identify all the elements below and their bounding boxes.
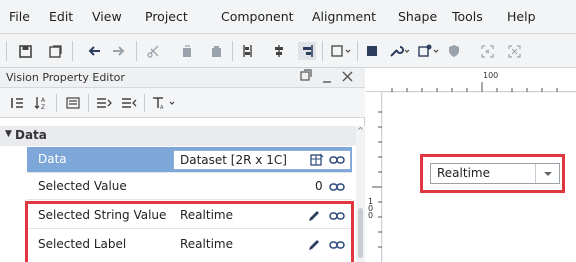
panel-toolbar: AZ A bbox=[0, 88, 365, 118]
dropdown-selected-value: Realtime bbox=[437, 166, 490, 180]
align-right-icon[interactable] bbox=[298, 42, 316, 60]
scroll-up-arrow-icon[interactable]: ^ bbox=[356, 126, 365, 136]
dataset-viewer-icon[interactable] bbox=[310, 153, 324, 167]
binding-link-icon[interactable] bbox=[329, 181, 345, 193]
scrollbar-thumb[interactable] bbox=[358, 208, 363, 258]
property-row-data[interactable]: Data Dataset [2R x 1C] bbox=[27, 147, 352, 173]
menu-file[interactable]: File bbox=[9, 9, 30, 24]
rectangle-icon[interactable] bbox=[330, 42, 352, 60]
svg-text:A: A bbox=[41, 97, 46, 104]
save-all-icon[interactable] bbox=[47, 42, 63, 60]
property-value: Dataset [2R x 1C] bbox=[180, 153, 287, 167]
panel-toolbar-separator bbox=[88, 94, 89, 112]
property-name: Selected Value bbox=[38, 179, 127, 193]
menu-edit[interactable]: Edit bbox=[49, 9, 73, 24]
save-icon[interactable] bbox=[17, 42, 33, 60]
align-left-icon[interactable] bbox=[240, 42, 258, 60]
grid-icon[interactable] bbox=[479, 42, 495, 60]
chevron-down-icon bbox=[543, 171, 552, 176]
minimize-panel-icon[interactable] bbox=[322, 72, 332, 87]
dropdown-field[interactable]: Realtime bbox=[430, 163, 560, 184]
toolbar-separator bbox=[72, 41, 73, 61]
highlight-box bbox=[25, 201, 354, 262]
fill-icon[interactable] bbox=[364, 42, 380, 60]
menu-alignment[interactable]: Alignment bbox=[312, 9, 376, 24]
toolbar-separator bbox=[322, 41, 323, 61]
sort-alphabetical-icon[interactable]: AZ bbox=[34, 95, 48, 111]
property-row-selected-value[interactable]: Selected Value 0 bbox=[27, 174, 352, 200]
toolbar-separator bbox=[232, 41, 233, 61]
wrench-icon[interactable] bbox=[388, 42, 412, 60]
close-panel-icon[interactable] bbox=[342, 71, 353, 85]
collapse-arrow-icon[interactable]: ▼ bbox=[5, 129, 12, 139]
svg-text:A: A bbox=[160, 105, 164, 110]
property-name: Data bbox=[38, 152, 67, 166]
section-label: Data bbox=[15, 128, 47, 142]
section-header-data[interactable]: ▼ Data bbox=[0, 126, 356, 146]
menu-view[interactable]: View bbox=[92, 9, 122, 24]
toolbar-grip bbox=[6, 41, 7, 61]
menu-component[interactable]: Component bbox=[221, 9, 294, 24]
dropdown-component[interactable]: Realtime bbox=[425, 158, 565, 188]
filter-icon[interactable]: A bbox=[152, 95, 178, 111]
menu-tools[interactable]: Tools bbox=[452, 9, 483, 24]
sort-categorized-icon[interactable] bbox=[10, 95, 24, 111]
dropdown-button[interactable] bbox=[535, 164, 559, 183]
back-icon[interactable] bbox=[85, 42, 103, 60]
align-center-icon[interactable] bbox=[270, 42, 288, 60]
property-list-icon[interactable] bbox=[66, 95, 80, 111]
menu-bar: File Edit View Project Component Alignme… bbox=[0, 0, 576, 34]
shield-icon[interactable] bbox=[446, 42, 462, 60]
toolbar-separator bbox=[136, 41, 137, 61]
ruler-label: 100 bbox=[483, 71, 499, 80]
svg-text:Z: Z bbox=[41, 104, 45, 110]
vertical-ruler: 100 bbox=[366, 92, 382, 262]
toolbar bbox=[0, 34, 576, 68]
panel-toolbar-separator bbox=[56, 94, 57, 112]
menu-help[interactable]: Help bbox=[507, 9, 536, 24]
cut-icon[interactable] bbox=[145, 42, 161, 60]
menu-project[interactable]: Project bbox=[145, 9, 188, 24]
paste-icon[interactable] bbox=[208, 42, 224, 60]
property-value[interactable]: 0 bbox=[315, 179, 323, 193]
copy-icon[interactable] bbox=[178, 42, 194, 60]
dashed-grid-icon[interactable] bbox=[506, 42, 522, 60]
float-panel-icon[interactable] bbox=[300, 69, 312, 84]
ruler-label: 100 bbox=[368, 197, 374, 220]
collapse-all-icon[interactable] bbox=[121, 95, 137, 111]
binding-link-icon[interactable] bbox=[329, 154, 345, 166]
horizontal-ruler: 100 bbox=[366, 68, 576, 92]
panel-title: Vision Property Editor bbox=[6, 71, 125, 84]
expand-all-icon[interactable] bbox=[96, 95, 112, 111]
panel-title-bar: Vision Property Editor bbox=[0, 68, 365, 88]
forward-icon[interactable] bbox=[110, 42, 128, 60]
toolbar-separator bbox=[357, 41, 358, 61]
script-icon[interactable] bbox=[417, 42, 441, 60]
menu-shape[interactable]: Shape bbox=[398, 9, 437, 24]
dataset-value-field[interactable]: Dataset [2R x 1C] bbox=[173, 150, 351, 170]
panel-toolbar-separator bbox=[144, 94, 145, 112]
